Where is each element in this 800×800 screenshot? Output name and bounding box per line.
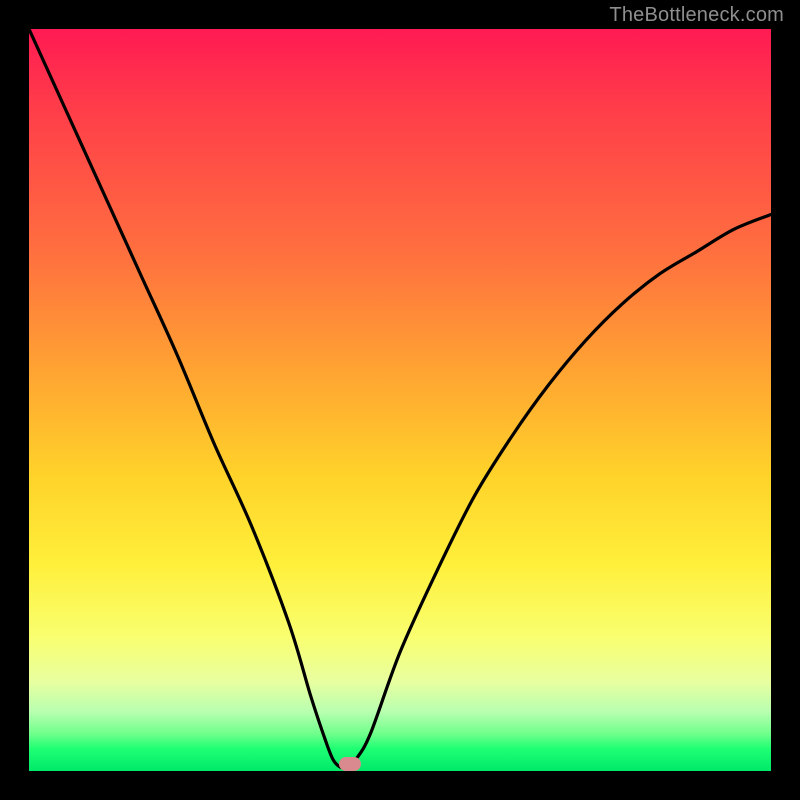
plot-area	[29, 29, 771, 771]
chart-frame: TheBottleneck.com	[0, 0, 800, 800]
optimum-marker	[339, 757, 361, 771]
bottleneck-curve	[29, 29, 771, 771]
watermark-text: TheBottleneck.com	[609, 4, 784, 27]
